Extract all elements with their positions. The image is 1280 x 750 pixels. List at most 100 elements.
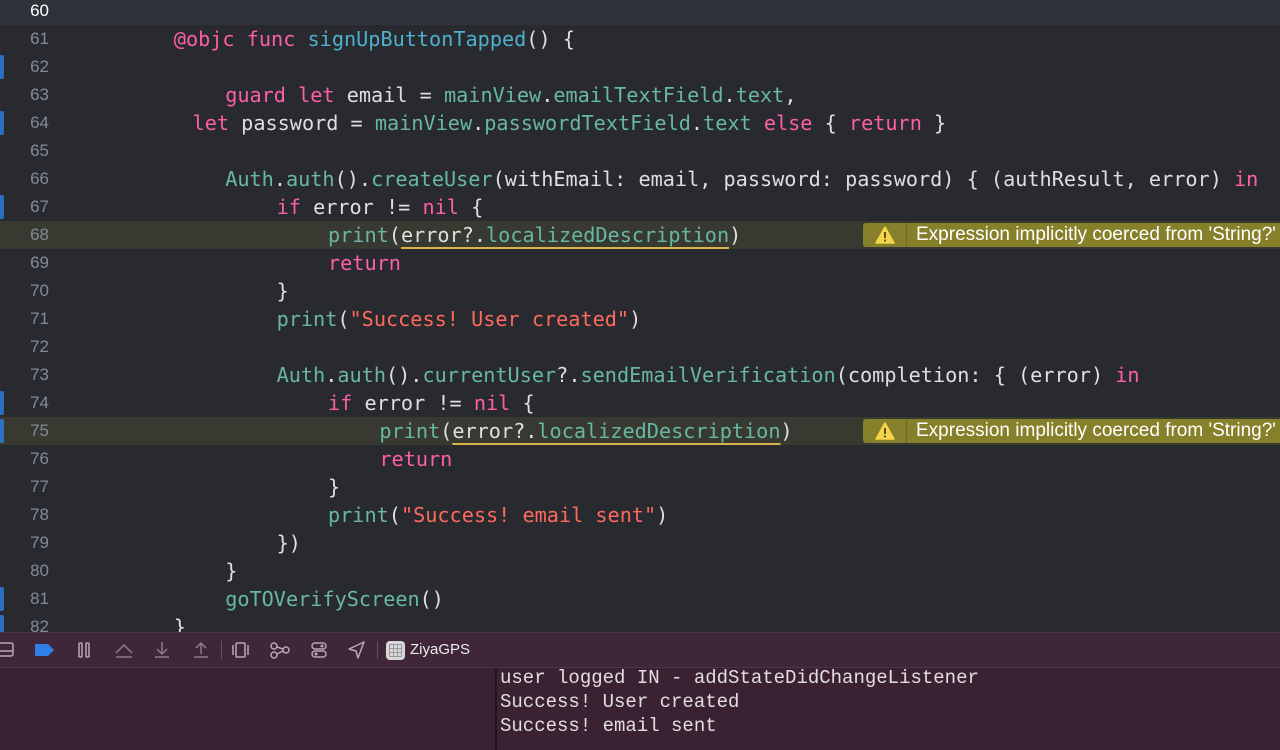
code-token: auth xyxy=(337,363,386,387)
code-text[interactable]: goTOVerifyScreen() xyxy=(225,585,444,613)
line-number[interactable]: 66 xyxy=(0,165,49,193)
view-hierarchy-button[interactable] xyxy=(229,639,253,661)
line-number[interactable]: 72 xyxy=(0,333,49,361)
simulate-location-button[interactable] xyxy=(345,639,369,661)
app-icon xyxy=(386,641,405,660)
scheme-label[interactable]: ZiyaGPS xyxy=(410,633,470,667)
code-text[interactable]: print("Success! User created") xyxy=(277,305,642,333)
console-output[interactable]: user logged IN - addStateDidChangeListen… xyxy=(497,668,1280,750)
code-line[interactable]: 62 xyxy=(0,53,1280,81)
code-text[interactable]: return xyxy=(379,445,452,473)
line-number[interactable]: 82 xyxy=(0,613,49,632)
code-token: ( xyxy=(388,503,401,527)
code-text[interactable]: } xyxy=(174,613,186,632)
line-number[interactable]: 70 xyxy=(0,277,49,305)
source-editor[interactable]: 60 61 @objc func signUpButtonTapped() {62 6… xyxy=(0,0,1280,632)
code-text[interactable]: let password = mainView.passwordTextFiel… xyxy=(71,109,947,137)
code-token: , xyxy=(784,83,797,107)
code-line[interactable]: 77} xyxy=(0,473,1280,501)
code-token: emailTextField xyxy=(553,83,724,107)
code-text[interactable]: } xyxy=(277,277,289,305)
toolbar-separator xyxy=(377,641,378,659)
code-line[interactable]: 69 return xyxy=(0,249,1280,277)
location-arrow-icon xyxy=(348,641,365,659)
code-token: . xyxy=(690,111,704,135)
line-number[interactable]: 80 xyxy=(0,557,49,585)
line-number[interactable]: 74 xyxy=(0,389,49,417)
code-text[interactable]: } xyxy=(225,557,237,585)
line-number[interactable]: 68 xyxy=(0,221,49,249)
code-token: (). xyxy=(334,167,372,191)
code-text[interactable]: guard let email = mainView.emailTextFiel… xyxy=(225,81,796,109)
step-out-button[interactable] xyxy=(189,639,213,661)
line-number[interactable]: 71 xyxy=(0,305,49,333)
code-text[interactable]: } xyxy=(328,473,340,501)
code-line[interactable]: 73 Auth.auth().currentUser?.sendEmailVeri… xyxy=(0,361,1280,389)
breakpoints-toggle-button[interactable] xyxy=(34,639,58,661)
code-line[interactable]: 82} xyxy=(0,613,1280,632)
code-line[interactable]: 76 return xyxy=(0,445,1280,473)
code-token: createUser xyxy=(371,167,493,191)
step-into-icon xyxy=(155,642,169,658)
environment-overrides-button[interactable] xyxy=(307,639,331,661)
warning-icon xyxy=(863,223,907,247)
code-text[interactable]: @objc func signUpButtonTapped() { xyxy=(174,25,575,53)
code-text[interactable]: Auth.auth().currentUser?.sendEmailVerifi… xyxy=(277,361,1140,389)
line-number[interactable]: 60 xyxy=(0,0,49,25)
code-text[interactable]: if error != nil { xyxy=(328,389,535,417)
code-line[interactable]: 81 goTOVerifyScreen() xyxy=(0,585,1280,613)
step-into-button[interactable] xyxy=(150,639,174,661)
line-number[interactable]: 69 xyxy=(0,249,49,277)
code-text[interactable]: print(error?.localizedDescription) xyxy=(328,221,741,249)
code-line[interactable]: 78 print("Success! email sent") xyxy=(0,501,1280,529)
code-token: nil xyxy=(422,195,472,219)
code-text[interactable]: print(error?.localizedDescription) xyxy=(379,417,792,445)
code-line[interactable]: 75 print(error?.localizedDescription) Expr… xyxy=(0,417,1280,445)
code-line[interactable]: 65 xyxy=(0,137,1280,165)
line-number[interactable]: 78 xyxy=(0,501,49,529)
line-number[interactable]: 62 xyxy=(0,53,49,81)
warning-annotation[interactable]: Expression implicitly coerced from 'Stri… xyxy=(863,419,1280,443)
toolbar-separator xyxy=(221,641,222,659)
warning-message: Expression implicitly coerced from 'Stri… xyxy=(916,224,1280,245)
code-line[interactable]: 72 xyxy=(0,333,1280,361)
line-number[interactable]: 67 xyxy=(0,193,49,221)
line-number[interactable]: 61 xyxy=(0,25,49,53)
line-number[interactable]: 63 xyxy=(0,81,49,109)
code-line[interactable]: 64 let password = mainView.passwordTextF… xyxy=(0,109,1280,137)
code-text[interactable]: Auth.auth().createUser(withEmail: email,… xyxy=(225,165,1258,193)
warning-annotation[interactable]: Expression implicitly coerced from 'Stri… xyxy=(863,223,1280,247)
code-text[interactable]: }) xyxy=(277,529,301,557)
code-line[interactable]: 61 @objc func signUpButtonTapped() { xyxy=(0,25,1280,53)
line-number[interactable]: 77 xyxy=(0,473,49,501)
line-number[interactable]: 73 xyxy=(0,361,49,389)
code-line[interactable]: 68 print(error?.localizedDescription) Expr… xyxy=(0,221,1280,249)
code-text[interactable]: print("Success! email sent") xyxy=(328,501,668,529)
line-number[interactable]: 81 xyxy=(0,585,49,613)
code-line[interactable]: 80} xyxy=(0,557,1280,585)
code-line[interactable]: 66 Auth.auth().createUser(withEmail: emai… xyxy=(0,165,1280,193)
step-over-button[interactable] xyxy=(112,639,136,661)
memory-graph-button[interactable] xyxy=(268,639,292,661)
line-number[interactable]: 75 xyxy=(0,417,49,445)
code-text[interactable]: if error != nil { xyxy=(277,193,484,221)
line-number[interactable]: 65 xyxy=(0,137,49,165)
code-token: ) xyxy=(656,503,669,527)
variables-view[interactable] xyxy=(0,668,495,750)
code-line[interactable]: 71 print("Success! User created") xyxy=(0,305,1280,333)
code-text[interactable]: return xyxy=(328,249,401,277)
code-line[interactable]: 60 xyxy=(0,0,1280,25)
line-number[interactable]: 79 xyxy=(0,529,49,557)
code-token: let xyxy=(298,83,347,107)
code-line[interactable]: 79}) xyxy=(0,529,1280,557)
code-token: "Success! User created" xyxy=(349,307,630,331)
line-number[interactable]: 64 xyxy=(0,109,49,137)
code-line[interactable]: 74 if error != nil { xyxy=(0,389,1280,417)
pause-button[interactable] xyxy=(73,639,97,661)
hide-debug-area-button[interactable] xyxy=(0,639,24,661)
code-line[interactable]: 63 guard let email = mainView.emailTextFi… xyxy=(0,81,1280,109)
line-number[interactable]: 76 xyxy=(0,445,49,473)
code-line[interactable]: 67 if error != nil { xyxy=(0,193,1280,221)
code-token: error?. xyxy=(400,223,487,247)
code-line[interactable]: 70} xyxy=(0,277,1280,305)
